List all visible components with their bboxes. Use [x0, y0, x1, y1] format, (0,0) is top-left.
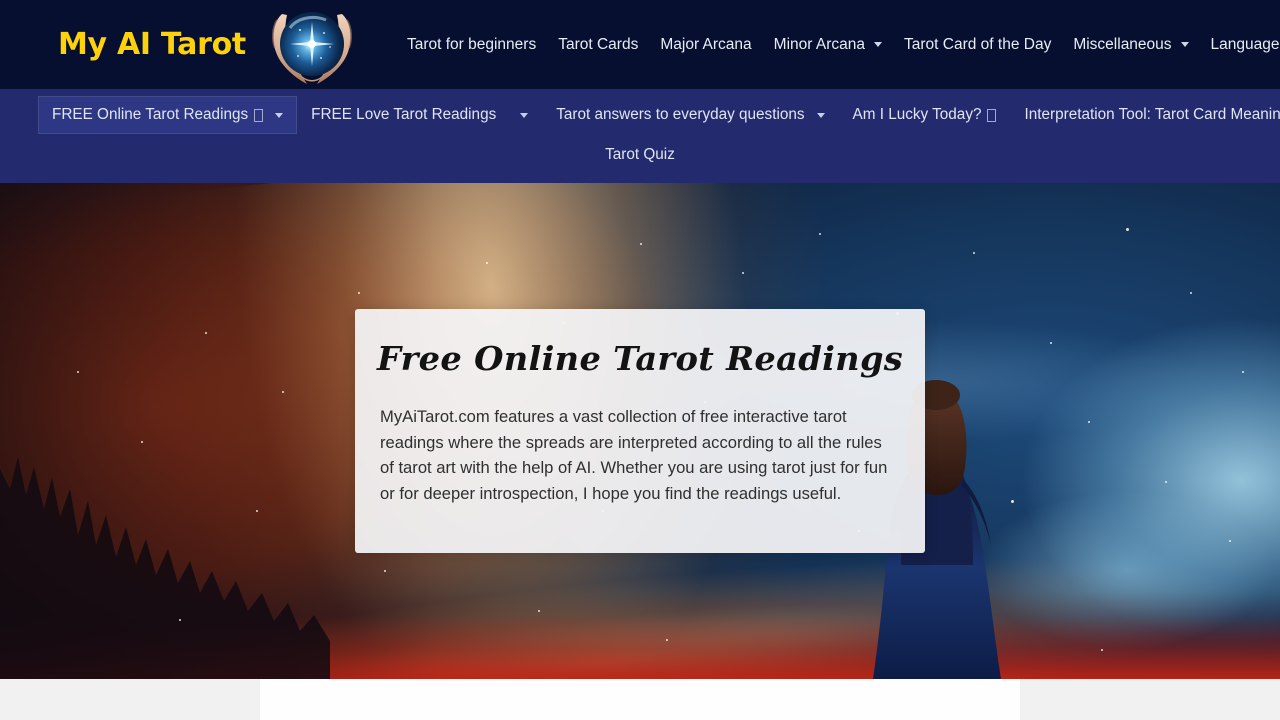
- nav-item-miscellaneous[interactable]: Miscellaneous: [1062, 28, 1199, 62]
- missing-glyph-icon: [987, 108, 997, 122]
- nav-label: Major Arcana: [660, 35, 752, 53]
- chevron-down-icon: [1180, 42, 1189, 47]
- hero-title: Free Online Tarot Readings: [376, 339, 904, 378]
- nav-label: Tarot Card of the Day: [904, 35, 1052, 53]
- secondary-navigation: FREE Online Tarot Readings FREE Love Tar…: [0, 89, 1280, 183]
- nav-label: Language: [1210, 35, 1280, 53]
- site-header: My AI Tarot Tarot for beginners Tarot Ca…: [0, 0, 1280, 89]
- nav-item-tarot-cards[interactable]: Tarot Cards: [547, 28, 649, 62]
- missing-glyph-icon: [254, 108, 264, 122]
- article-column: A Brief Introduction to: [260, 679, 1020, 720]
- hero-intro-card: Free Online Tarot Readings MyAiTarot.com…: [355, 309, 925, 553]
- nav-item-tarot-card-of-the-day[interactable]: Tarot Card of the Day: [893, 28, 1062, 62]
- subnav-label: Tarot Quiz: [605, 146, 675, 163]
- subnav-item-free-online-tarot-readings[interactable]: FREE Online Tarot Readings: [38, 96, 298, 134]
- subnav-item-interpretation-tool[interactable]: Interpretation Tool: Tarot Card Meanings: [1010, 96, 1280, 134]
- subnav-item-tarot-quiz[interactable]: Tarot Quiz: [591, 136, 689, 174]
- chevron-down-icon: [275, 112, 284, 118]
- hero-paragraph: MyAiTarot.com features a vast collection…: [380, 407, 888, 503]
- site-logo-link[interactable]: My AI Tarot: [0, 0, 364, 89]
- nav-label: Tarot for beginners: [406, 35, 537, 53]
- chevron-down-icon: [874, 42, 882, 47]
- subnav-item-free-love-tarot-readings[interactable]: FREE Love Tarot Readings: [297, 96, 542, 134]
- chevron-down-icon: [816, 112, 825, 118]
- chevron-down-icon: [520, 112, 529, 118]
- subnav-item-tarot-answers-everyday-questions[interactable]: Tarot answers to everyday questions: [542, 96, 838, 134]
- main-navigation: Tarot for beginners Tarot Cards Major Ar…: [396, 28, 1280, 62]
- nav-label: Tarot Cards: [558, 35, 639, 53]
- subnav-label: Interpretation Tool: Tarot Card Meanings: [1024, 106, 1280, 123]
- crystal-ball-in-hands-icon: [260, 0, 364, 89]
- page-body: A Brief Introduction to: [0, 679, 1280, 720]
- subnav-label: Am I Lucky Today?: [852, 106, 982, 123]
- subnav-label: FREE Online Tarot Readings: [52, 106, 249, 123]
- subnav-item-am-i-lucky-today[interactable]: Am I Lucky Today?: [839, 96, 1011, 134]
- secondary-navigation-row-2: Tarot Quiz: [0, 136, 1280, 174]
- subnav-label: FREE Love Tarot Readings: [311, 106, 497, 123]
- hero-section: Free Online Tarot Readings MyAiTarot.com…: [0, 183, 1280, 679]
- brand-name: My AI Tarot: [58, 27, 246, 62]
- nav-label: Miscellaneous: [1073, 35, 1172, 53]
- secondary-navigation-row-1: FREE Online Tarot Readings FREE Love Tar…: [0, 96, 1280, 134]
- nav-item-minor-arcana[interactable]: Minor Arcana: [763, 28, 893, 62]
- nav-item-tarot-for-beginners[interactable]: Tarot for beginners: [396, 28, 547, 62]
- subnav-label: Tarot answers to everyday questions: [556, 106, 805, 123]
- nav-item-language[interactable]: Language: [1200, 28, 1280, 62]
- nav-label: Minor Arcana: [773, 35, 865, 53]
- nav-item-major-arcana[interactable]: Major Arcana: [649, 28, 762, 62]
